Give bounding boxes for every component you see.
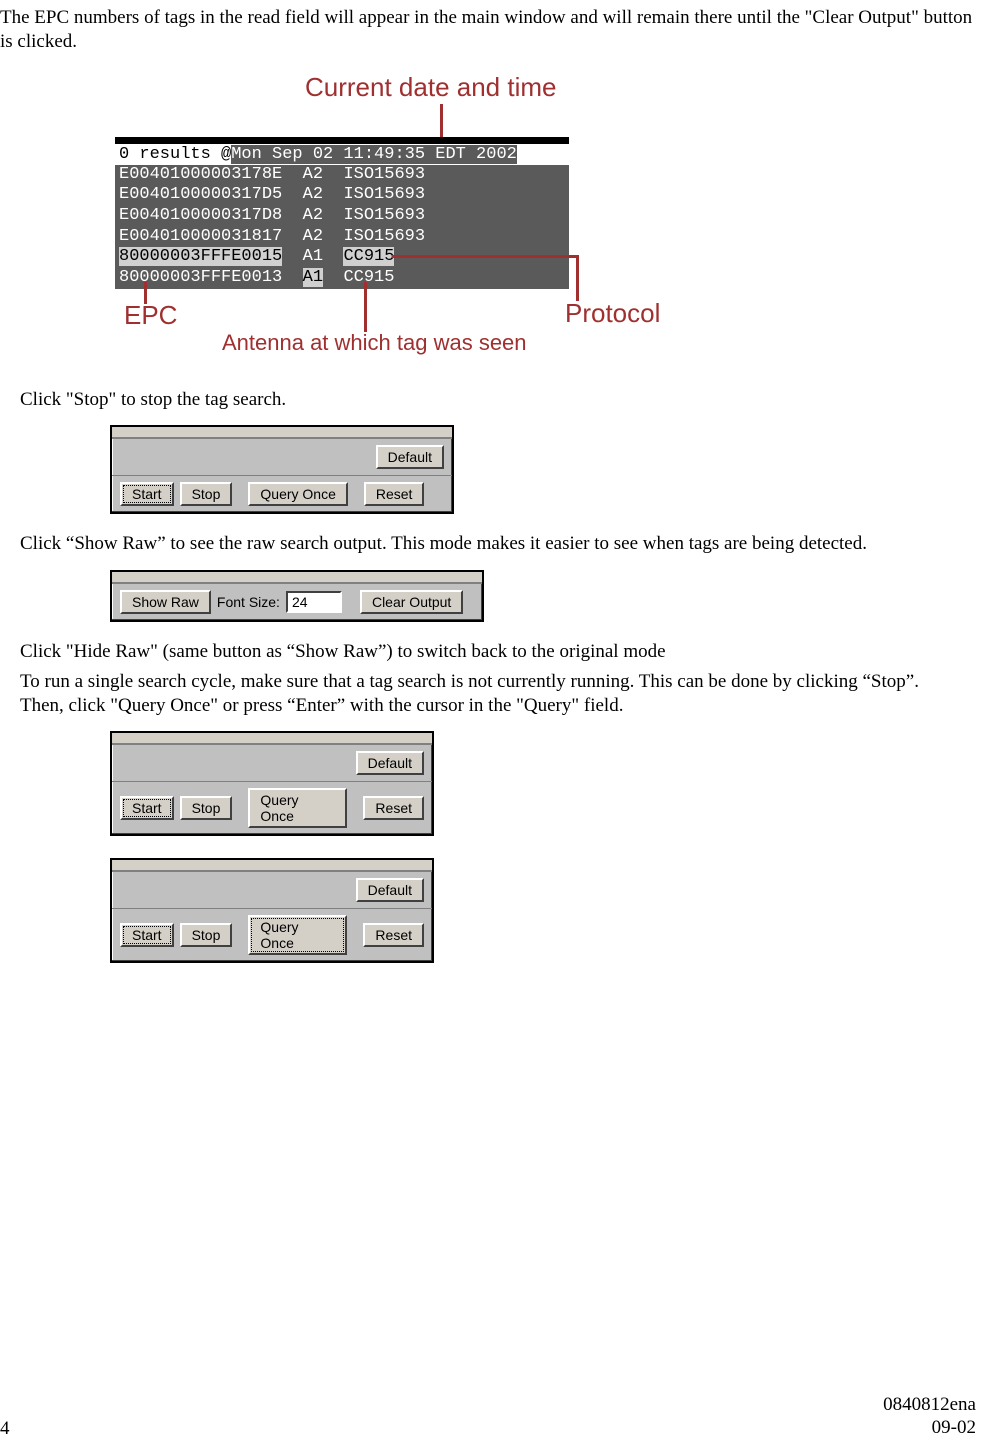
font-size-label: Font Size: <box>217 594 280 610</box>
font-size-input[interactable]: 24 <box>286 591 342 613</box>
results-header: 0 results @Mon Sep 02 11:49:35 EDT 2002 <box>115 144 569 165</box>
toolbar-panel-queryonce-b: Default Start Stop Query Once Reset <box>110 858 434 963</box>
reset-button[interactable]: Reset <box>363 923 424 947</box>
paragraph-show-raw: Click “Show Raw” to see the raw search o… <box>20 532 940 556</box>
doc-date: 09-02 <box>883 1417 976 1440</box>
toolbar-panel-stop: Default Start Stop Query Once Reset <box>110 425 454 514</box>
query-once-button[interactable]: Query Once <box>248 788 347 828</box>
reset-button[interactable]: Reset <box>363 796 424 820</box>
callout-line <box>392 255 578 258</box>
default-button[interactable]: Default <box>376 445 444 469</box>
query-once-button[interactable]: Query Once <box>248 915 347 955</box>
callout-epc: EPC <box>124 300 177 331</box>
callout-protocol: Protocol <box>565 298 660 329</box>
intro-paragraph: The EPC numbers of tags in the read fiel… <box>0 6 982 54</box>
start-button[interactable]: Start <box>120 923 174 947</box>
callout-line <box>576 255 579 301</box>
reset-button[interactable]: Reset <box>364 482 425 506</box>
show-raw-button[interactable]: Show Raw <box>120 590 211 614</box>
tag-results-window: 0 results @Mon Sep 02 11:49:35 EDT 2002 … <box>115 137 569 289</box>
callout-line <box>440 104 443 137</box>
figure-1-annotated-screenshot: Current date and time 0 results @Mon Sep… <box>110 72 810 382</box>
tag-row: E0040100000317D5 A2 ISO15693 <box>115 185 569 206</box>
doc-number: 0840812ena <box>883 1394 976 1417</box>
stop-button[interactable]: Stop <box>180 796 233 820</box>
paragraph-stop: Click "Stop" to stop the tag search. <box>20 388 982 412</box>
toolbar-panel-queryonce-a: Default Start Stop Query Once Reset <box>110 731 434 836</box>
callout-current-date: Current date and time <box>305 72 556 103</box>
paragraph-hide-raw: Click "Hide Raw" (same button as “Show R… <box>20 640 982 664</box>
tag-row: E0040100000317D8 A2 ISO15693 <box>115 206 569 227</box>
paragraph-query-once: To run a single search cycle, make sure … <box>20 670 940 718</box>
tag-row: 80000003FFFE0013 A1 CC915 <box>115 268 569 289</box>
default-button[interactable]: Default <box>356 751 424 775</box>
clear-output-button[interactable]: Clear Output <box>360 590 463 614</box>
default-button[interactable]: Default <box>356 878 424 902</box>
stop-button[interactable]: Stop <box>180 923 233 947</box>
toolbar-panel-showraw: Show Raw Font Size: 24 Clear Output <box>110 570 484 622</box>
tag-row: 80000003FFFE0015 A1 CC915 <box>115 247 569 268</box>
callout-line <box>364 282 367 332</box>
tag-row: E00401000003178E A2 ISO15693 <box>115 165 569 186</box>
tag-row: E004010000031817 A2 ISO15693 <box>115 227 569 248</box>
start-button[interactable]: Start <box>120 796 174 820</box>
start-button[interactable]: Start <box>120 482 174 506</box>
query-once-button[interactable]: Query Once <box>248 482 347 506</box>
page-number: 4 <box>0 1418 10 1440</box>
callout-antenna: Antenna at which tag was seen <box>222 330 527 356</box>
stop-button[interactable]: Stop <box>180 482 233 506</box>
